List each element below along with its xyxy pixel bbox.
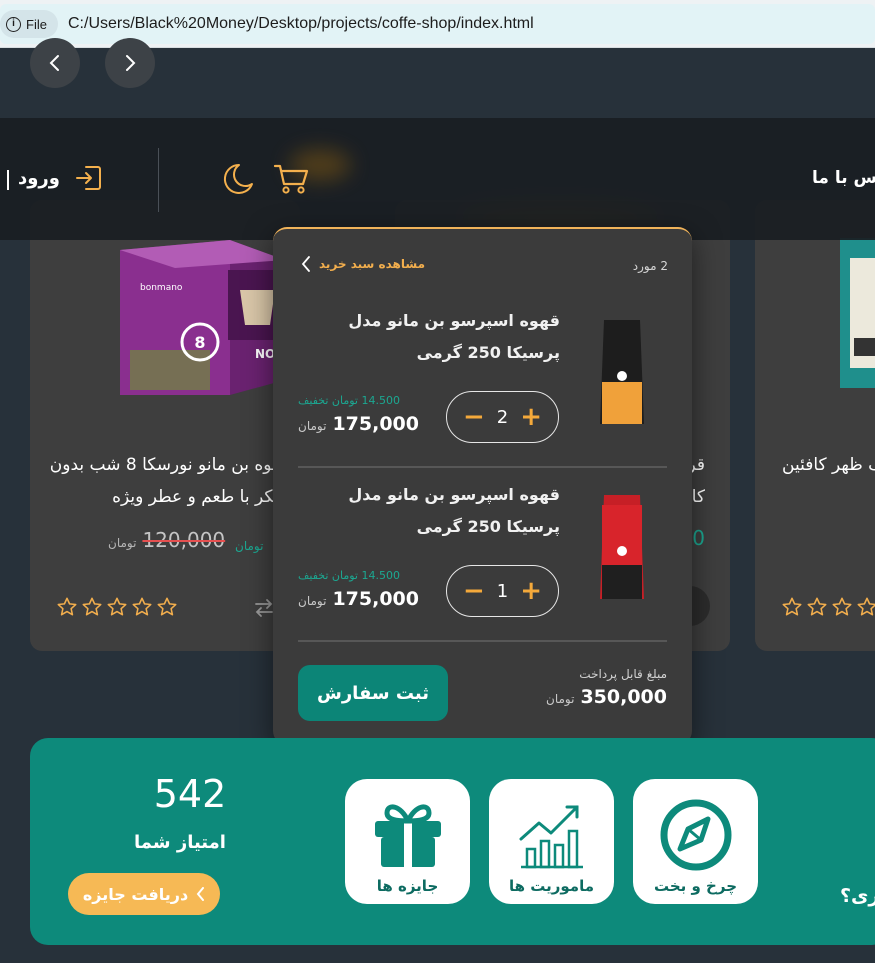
price-currency: تومان — [298, 419, 327, 433]
item-divider — [298, 466, 667, 468]
total-value: 350,000 — [580, 686, 667, 708]
login-label[interactable]: ورود — [18, 168, 60, 189]
item-discount: 14.500 تومان تخفیف — [298, 394, 400, 407]
total-amount: 350,000 تومان — [546, 686, 667, 708]
site-header — [0, 118, 875, 240]
price-value: 175,000 — [332, 413, 419, 435]
quantity-value: 1 — [496, 580, 509, 602]
product-title-line1[interactable]: قهوه بن مانو نورسکا 8 شب بدون — [50, 450, 288, 480]
tile-wheel[interactable]: چرخ و بخت — [633, 779, 758, 904]
quantity-value: 2 — [496, 406, 509, 428]
decrease-button[interactable]: − — [463, 578, 485, 604]
star-icon — [857, 597, 875, 616]
coffee-bag-image — [600, 495, 644, 599]
compass-icon — [660, 799, 732, 871]
site-info-chip[interactable]: i File — [0, 10, 58, 38]
item-price: 175,000 تومان — [298, 588, 419, 610]
new-price-currency: تومان — [235, 539, 264, 553]
quantity-stepper[interactable]: − 2 + — [446, 391, 559, 443]
tile-gifts[interactable]: جایزه ها — [345, 779, 470, 904]
star-icon — [57, 597, 77, 616]
item-discount: 14.500 تومان تخفیف — [298, 569, 400, 582]
product-title-line2[interactable]: شکر با طعم و عطر ویژه — [112, 482, 288, 512]
slider-prev-button[interactable] — [30, 38, 80, 88]
old-price-value: 120,000 — [142, 528, 226, 552]
star-icon — [782, 597, 802, 616]
product-card-right[interactable]: قهوه ترک ظهر کافئین — [755, 200, 875, 651]
rating-stars-right — [781, 596, 875, 618]
cart-item-image — [598, 320, 646, 424]
file-chip-label: File — [26, 16, 47, 32]
price-fragment: 0 — [692, 526, 705, 550]
banner-question-text: ری؟ — [840, 885, 875, 907]
tile-missions-label[interactable]: ماموریت ها — [489, 877, 614, 895]
rating-stars — [56, 596, 178, 618]
cart-item-title[interactable]: قهوه اسپرسو بن مانو مدل پرسیکا 250 گرمی — [310, 305, 560, 369]
view-cart-link[interactable]: مشاهده سبد خرید — [301, 256, 425, 272]
header-divider — [158, 148, 159, 212]
price-value: 175,000 — [332, 588, 419, 610]
decrease-button[interactable]: − — [463, 404, 485, 430]
score-label: امتیاز شما — [134, 832, 226, 853]
login-icon — [75, 166, 101, 190]
star-icon — [82, 597, 102, 616]
get-reward-label[interactable]: دریافت جایزه — [83, 885, 188, 904]
svg-text:8: 8 — [194, 333, 205, 352]
star-icon — [807, 597, 827, 616]
quantity-stepper[interactable]: − 1 + — [446, 565, 559, 617]
product-image: 8 NORESCA bonmano — [120, 240, 300, 395]
chevron-left-icon — [301, 256, 310, 272]
login-divider — [7, 170, 9, 190]
star-icon — [132, 597, 152, 616]
total-label: مبلغ قابل پرداخت — [579, 667, 667, 681]
bag-band — [602, 382, 642, 424]
tile-missions[interactable]: ماموریت ها — [489, 779, 614, 904]
chevron-right-icon — [126, 55, 136, 71]
get-reward-button[interactable]: دریافت جایزه — [68, 873, 220, 915]
cart-item-title[interactable]: قهوه اسپرسو بن مانو مدل پرسیکا 250 گرمی — [310, 479, 560, 543]
total-currency: تومان — [546, 692, 575, 706]
chevron-left-icon — [196, 887, 205, 901]
cart-item-image — [598, 495, 646, 599]
price-currency: تومان — [298, 594, 327, 608]
tile-wheel-label[interactable]: چرخ و بخت — [633, 877, 758, 895]
info-icon: i — [6, 16, 21, 32]
product-title-line1[interactable]: قهوه ترک ظهر کافئین — [782, 450, 875, 480]
coffee-bag-image — [600, 320, 644, 424]
star-icon — [832, 597, 852, 616]
product-card-left[interactable]: 8 NORESCA bonmano قهوه بن مانو نورسکا 8 … — [30, 200, 300, 651]
cart-icon[interactable] — [273, 162, 311, 196]
increase-button[interactable]: + — [520, 404, 542, 430]
star-icon — [107, 597, 127, 616]
gift-icon — [375, 804, 441, 867]
chart-icon — [519, 805, 583, 869]
compare-icon[interactable] — [253, 598, 275, 618]
view-cart-label[interactable]: مشاهده سبد خرید — [319, 257, 425, 271]
product-title-line2[interactable]: کا — [692, 482, 705, 512]
login-link[interactable]: ورود — [18, 163, 104, 193]
slider-next-button[interactable] — [105, 38, 155, 88]
nav-contact-us[interactable]: تماس با ما — [812, 168, 875, 188]
tile-gifts-label[interactable]: جایزه ها — [345, 877, 470, 895]
score-value: 542 — [153, 772, 227, 816]
total-divider — [298, 640, 667, 642]
cart-item-count: 2 مورد — [632, 259, 668, 273]
item-price: 175,000 تومان — [298, 413, 419, 435]
product-image — [840, 238, 875, 388]
old-price-currency: تومان — [108, 536, 137, 550]
url-text[interactable]: C:/Users/Black%20Money/Desktop/projects/… — [68, 15, 534, 33]
old-price: تومان 120,000 — [108, 528, 225, 552]
brand-label: bonmano — [140, 283, 183, 293]
increase-button[interactable]: + — [520, 578, 542, 604]
moon-icon[interactable] — [219, 162, 255, 196]
star-icon — [157, 597, 177, 616]
chevron-left-icon — [49, 55, 59, 71]
cart-dropdown: 2 مورد مشاهده سبد خرید قهوه اسپرسو بن ما… — [273, 227, 692, 745]
place-order-button[interactable]: ثبت سفارش — [298, 665, 448, 721]
